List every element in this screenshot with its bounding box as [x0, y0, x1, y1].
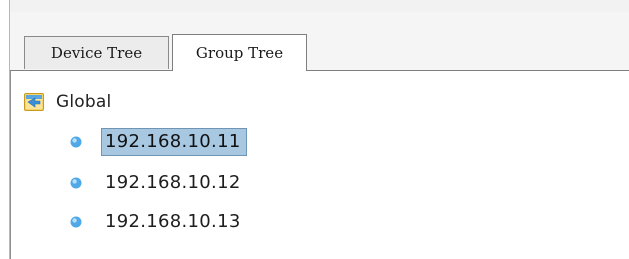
- tree-node-device[interactable]: 192.168.10.11: [70, 127, 247, 157]
- tab-group-tree-label: Group Tree: [195, 44, 284, 62]
- tree-node-device[interactable]: 192.168.10.13: [70, 207, 247, 237]
- tree-node-label: 192.168.10.13: [105, 211, 241, 232]
- tree-node-label: 192.168.10.12: [105, 172, 241, 193]
- device-dot-icon: [70, 177, 82, 189]
- tree-root-label: Global: [56, 92, 112, 112]
- tab-group-tree[interactable]: Group Tree: [172, 34, 307, 71]
- device-dot-icon: [70, 216, 82, 228]
- tree-panel: Device Tree Group Tree Global 192.168.10…: [0, 0, 629, 259]
- folder-icon: [24, 93, 44, 111]
- tree-root-global[interactable]: Global: [24, 90, 111, 114]
- device-dot-icon: [70, 136, 82, 148]
- tree-node-label: 192.168.10.11: [101, 128, 247, 156]
- tree-node-device[interactable]: 192.168.10.12: [70, 168, 247, 198]
- group-tree: Global 192.168.10.11 192.168.10.12 192.1…: [0, 0, 629, 259]
